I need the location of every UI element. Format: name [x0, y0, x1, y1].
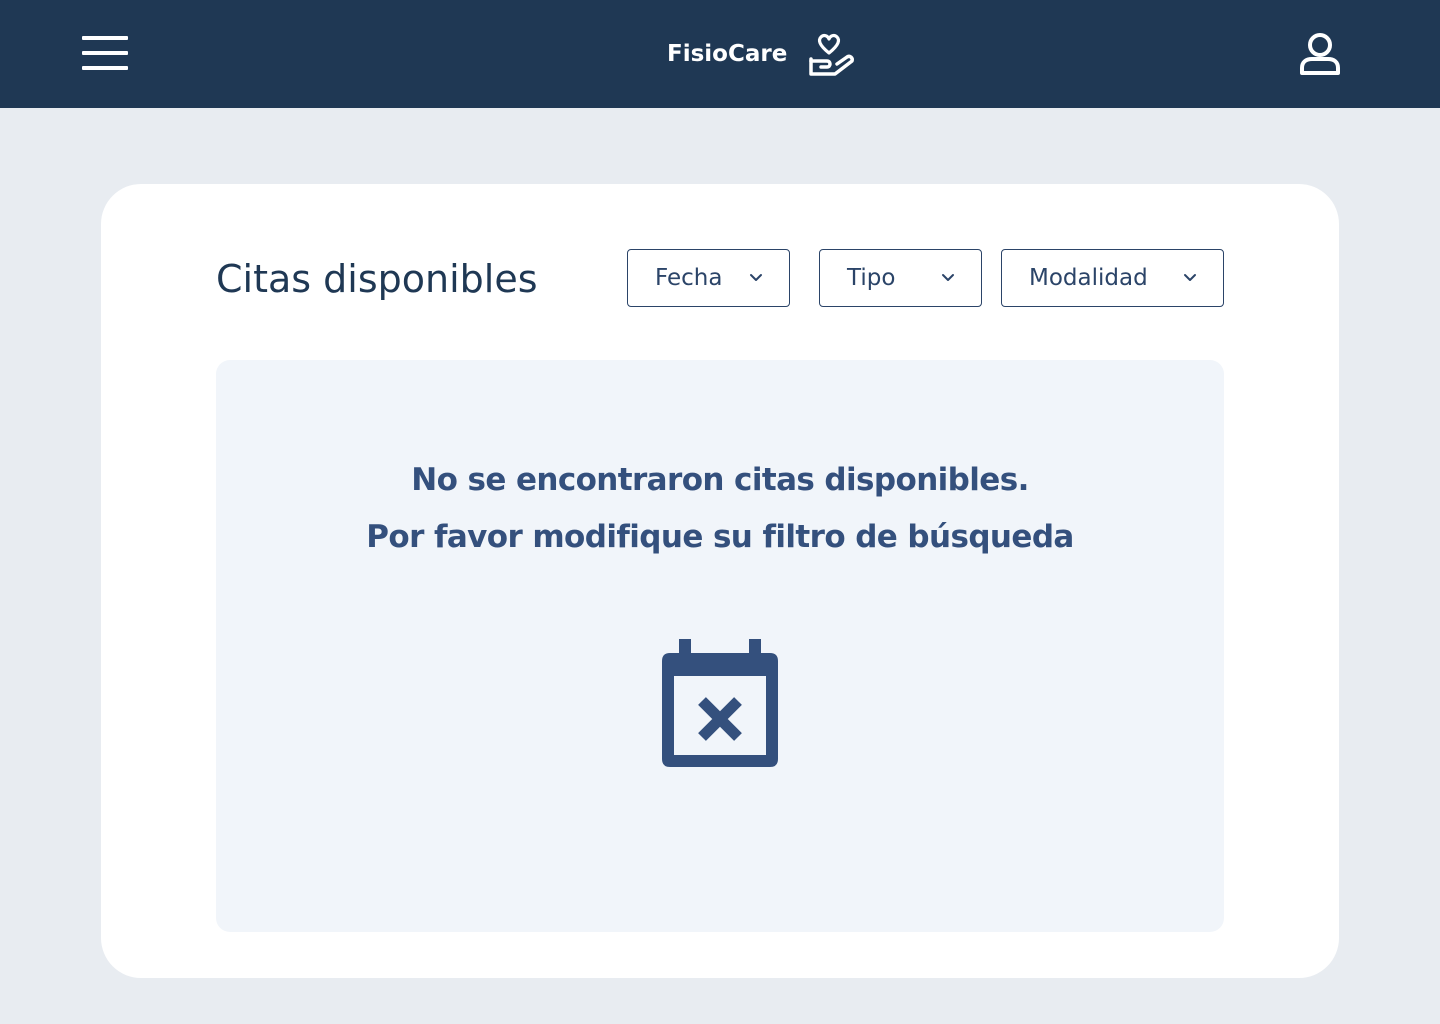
empty-state-panel: No se encontraron citas disponibles. Por… — [216, 360, 1224, 932]
chevron-down-icon — [1184, 274, 1196, 281]
empty-state-message: No se encontraron citas disponibles. — [411, 462, 1029, 498]
hamburger-menu-icon[interactable] — [82, 36, 128, 70]
date-filter-label: Fecha — [655, 265, 723, 291]
empty-state-hint: Por favor modifique su filtro de búsqued… — [366, 519, 1074, 555]
type-filter-label: Tipo — [847, 265, 896, 291]
chevron-down-icon — [750, 274, 762, 281]
brand-name: FisioCare — [667, 41, 788, 67]
top-bar: FisioCare — [0, 0, 1440, 108]
user-profile-icon[interactable] — [1296, 32, 1344, 76]
hand-holding-heart-icon — [809, 33, 855, 76]
modality-filter-dropdown[interactable]: Modalidad — [1001, 249, 1224, 307]
calendar-x-icon — [662, 639, 778, 767]
date-filter-dropdown[interactable]: Fecha — [627, 249, 790, 307]
type-filter-dropdown[interactable]: Tipo — [819, 249, 982, 307]
chevron-down-icon — [942, 274, 954, 281]
page-title: Citas disponibles — [216, 257, 538, 301]
modality-filter-label: Modalidad — [1029, 265, 1148, 291]
appointments-card: Citas disponibles Fecha Tipo Modalidad N… — [101, 184, 1339, 978]
brand[interactable]: FisioCare — [667, 30, 855, 78]
